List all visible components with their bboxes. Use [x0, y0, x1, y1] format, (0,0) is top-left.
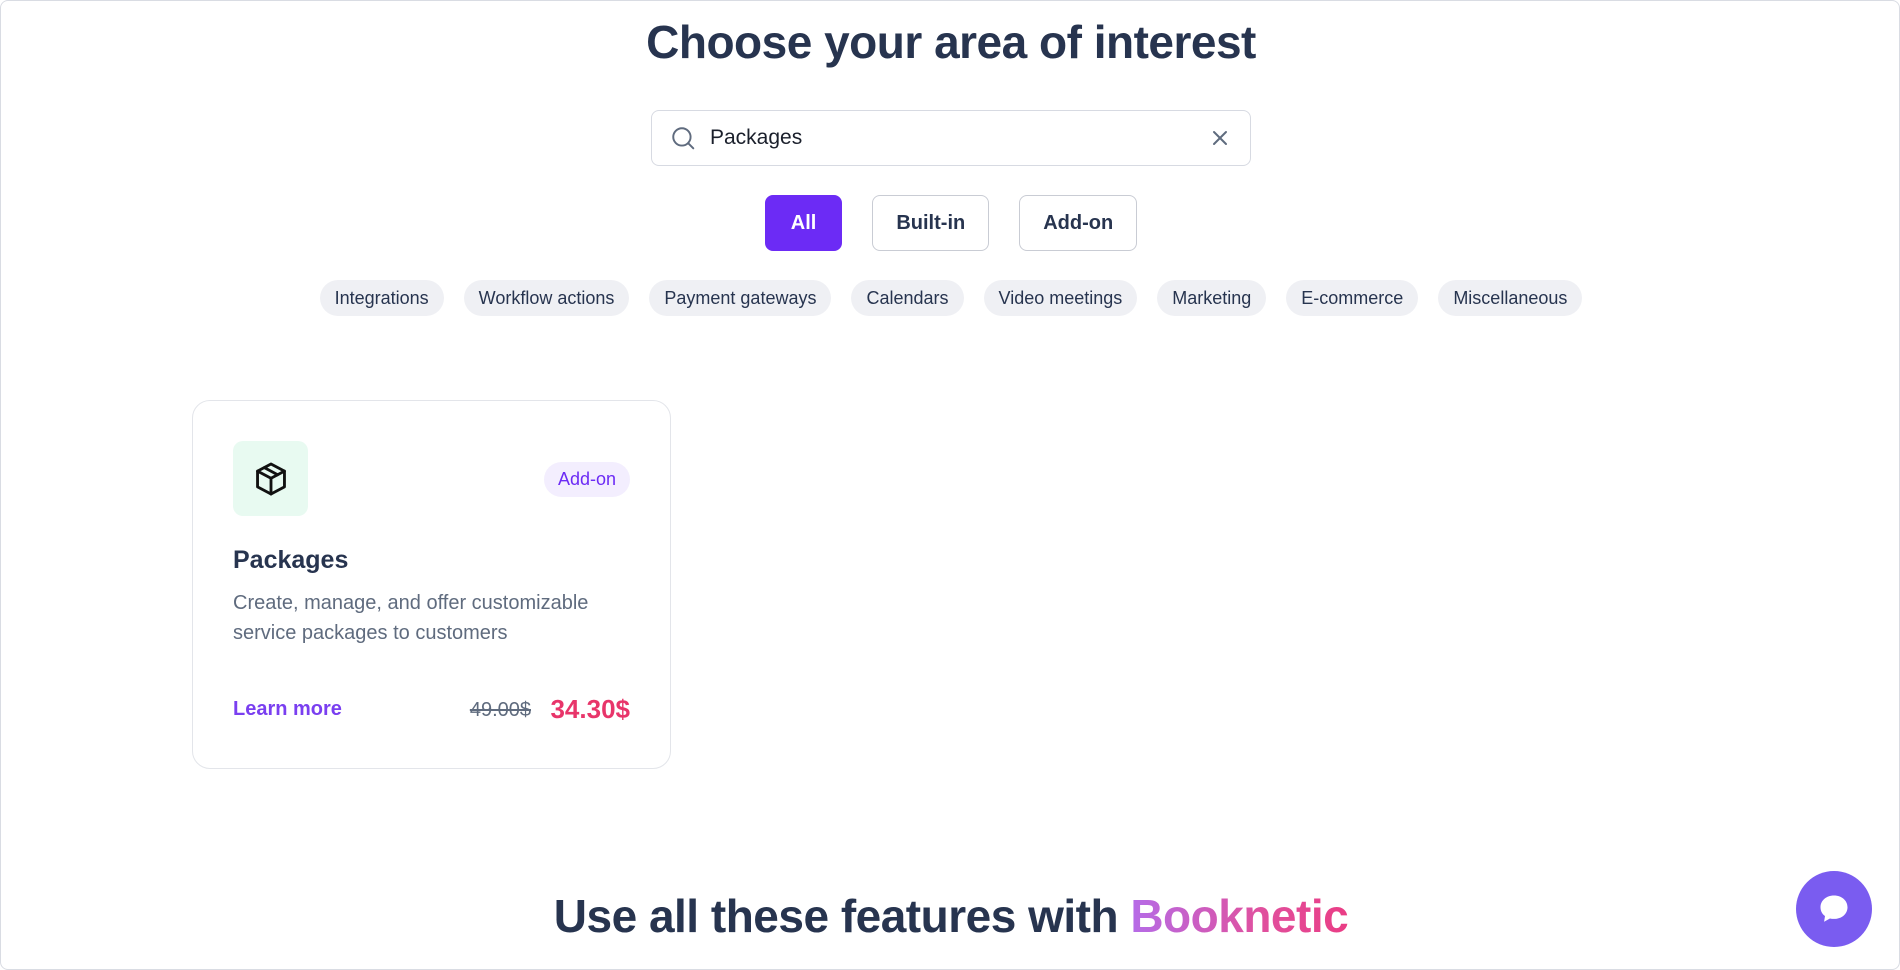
package-icon	[255, 462, 286, 495]
category-chip-e-commerce[interactable]: E-commerce	[1286, 280, 1419, 316]
original-price: 49.00$	[469, 699, 531, 721]
features-heading: Use all these features with Booknetic	[1, 889, 1900, 943]
learn-more-link[interactable]: Learn more	[233, 698, 342, 721]
chat-button[interactable]	[1796, 871, 1872, 947]
category-chip-marketing[interactable]: Marketing	[1157, 280, 1267, 316]
search-box[interactable]	[651, 110, 1251, 166]
chat-bubble-icon	[1820, 895, 1848, 922]
feature-description: Create, manage, and offer customizable s…	[233, 592, 589, 644]
feature-icon-tile	[233, 441, 308, 516]
page-frame: Choose your area of interest All Built-i…	[0, 0, 1900, 970]
filter-all-button[interactable]: All	[764, 195, 843, 251]
category-chip-payment-gateways[interactable]: Payment gateways	[649, 280, 832, 316]
filter-add-on-button[interactable]: Add-on	[1019, 195, 1138, 251]
type-badge: Add-on	[543, 462, 630, 497]
category-chip-list: Integrations Workflow actions Payment ga…	[1, 280, 1900, 316]
category-chip-integrations[interactable]: Integrations	[319, 280, 444, 316]
page-title: Choose your area of interest	[646, 16, 1256, 68]
category-chip-calendars[interactable]: Calendars	[851, 280, 964, 316]
feature-title: Packages	[233, 546, 349, 574]
features-heading-text: Use all these features with	[553, 890, 1131, 942]
category-chip-miscellaneous[interactable]: Miscellaneous	[1438, 280, 1583, 316]
type-filter-group: All Built-in Add-on	[1, 195, 1900, 251]
discounted-price: 34.30$	[550, 694, 630, 724]
category-chip-video-meetings[interactable]: Video meetings	[983, 280, 1138, 316]
feature-card[interactable]: Add-on Packages Create, manage, and offe…	[192, 400, 671, 769]
search-icon	[672, 127, 695, 150]
brand-name: Booknetic	[1130, 890, 1349, 942]
filter-built-in-button[interactable]: Built-in	[872, 195, 990, 251]
category-chip-workflow-actions[interactable]: Workflow actions	[463, 280, 630, 316]
close-icon[interactable]	[1208, 126, 1232, 150]
search-input[interactable]	[710, 126, 1200, 150]
